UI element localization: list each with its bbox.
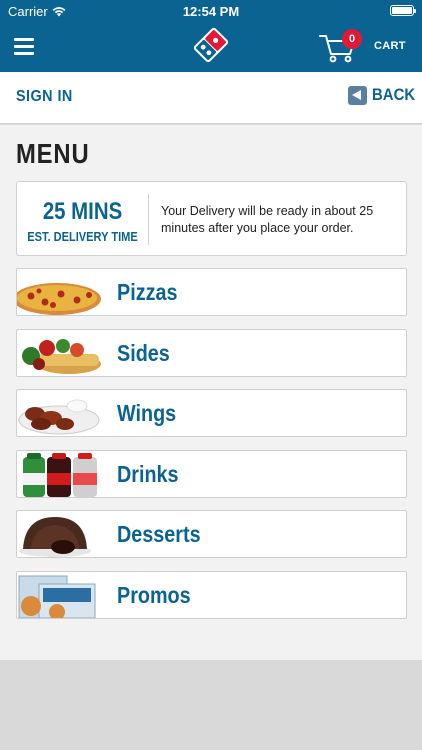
menu-item-pizzas[interactable]: Pizzas — [16, 268, 407, 316]
dessert-icon — [19, 517, 91, 557]
menu-item-label: Pizzas — [117, 279, 178, 305]
page-title: MENU — [16, 138, 90, 169]
menu-item-label: Promos — [117, 581, 191, 608]
back-arrow-icon — [348, 85, 367, 105]
pizza-icon — [17, 283, 101, 315]
menu-item-label: Wings — [117, 400, 177, 426]
menu-item-label: Drinks — [117, 460, 179, 487]
delivery-est-label: EST. DELIVERY TIME — [27, 229, 138, 244]
menu-item-wings[interactable]: Wings — [16, 389, 407, 437]
back-button[interactable]: BACK — [348, 85, 421, 105]
divider — [148, 194, 149, 245]
dominos-logo-icon[interactable] — [193, 27, 229, 63]
menu-item-label: Sides — [117, 339, 170, 366]
menu-category-list: Pizzas Sides Wings Drinks Desserts Promo… — [16, 268, 407, 631]
battery-icon — [390, 5, 416, 16]
menu-item-label: Desserts — [117, 521, 201, 547]
cart-count-badge: 0 — [342, 29, 362, 49]
delivery-message: Your Delivery will be ready in about 25 … — [161, 204, 374, 235]
menu-hamburger-icon[interactable] — [14, 38, 34, 55]
menu-item-drinks[interactable]: Drinks — [16, 449, 407, 498]
sign-in-link[interactable]: SIGN IN — [16, 88, 73, 106]
menu-item-promos[interactable]: Promos — [16, 570, 407, 619]
status-bar: Carrier 12:54 PM — [0, 0, 422, 22]
menu-item-desserts[interactable]: Desserts — [16, 510, 407, 558]
app-header: Carrier 12:54 PM 0 CART — [0, 0, 422, 72]
status-time: 12:54 PM — [182, 4, 240, 19]
delivery-minutes: 25 MINS — [42, 198, 123, 225]
delivery-estimate-card: 25 MINS EST. DELIVERY TIME Your Delivery… — [16, 181, 407, 256]
menu-item-sides[interactable]: Sides — [16, 328, 407, 377]
promo-icon — [18, 575, 96, 618]
back-label: BACK — [372, 85, 416, 104]
drinks-icon — [23, 452, 97, 497]
sides-icon — [22, 338, 101, 374]
wings-icon — [18, 399, 100, 435]
cart-label[interactable]: CART — [374, 40, 406, 52]
